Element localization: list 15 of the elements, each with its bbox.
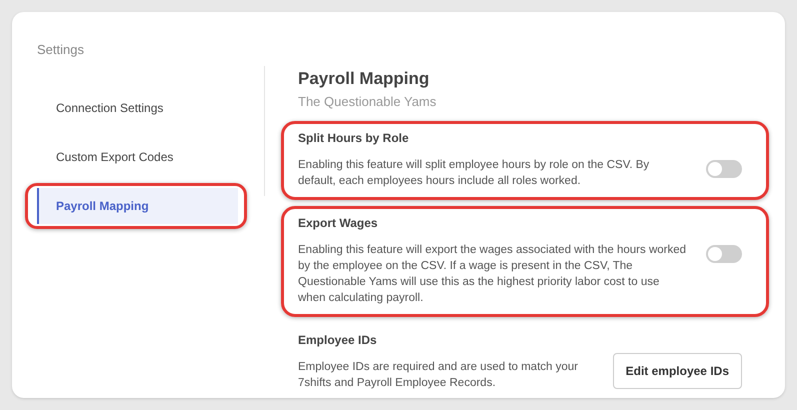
section-description: Enabling this feature will export the wages associated with the hours worked by the employee on the CSV. If a wage is present in the CSV, The Questionable Yams will use this as the highest priority labor cost to use when calculating payroll. <box>298 243 688 306</box>
page-title: Payroll Mapping <box>298 68 430 90</box>
section-title: Employee IDs <box>298 332 378 349</box>
edit-button[interactable]: Edit employee IDs <box>612 353 742 389</box>
section-title: Split Hours by Role <box>298 130 410 147</box>
section-description: Employee IDs are required and are used to match your 7shifts and Payroll Employee Records. <box>298 360 579 391</box>
sidebar-title: Settings <box>36 41 85 59</box>
sidebar-item[interactable]: Connection Settings <box>37 90 238 126</box>
page-subtitle: The Questionable Yams <box>298 92 438 110</box>
toggle-switch[interactable] <box>706 245 742 263</box>
section-description: Enabling this feature will split employee hours by role on the CSV. By default, each employees hours include all roles worked. <box>298 158 650 189</box>
sidebar-item[interactable]: Payroll Mapping <box>37 188 238 224</box>
section-title: Export Wages <box>298 215 379 232</box>
sidebar-item[interactable]: Custom Export Codes <box>37 138 238 174</box>
toggle-switch[interactable] <box>706 160 742 178</box>
